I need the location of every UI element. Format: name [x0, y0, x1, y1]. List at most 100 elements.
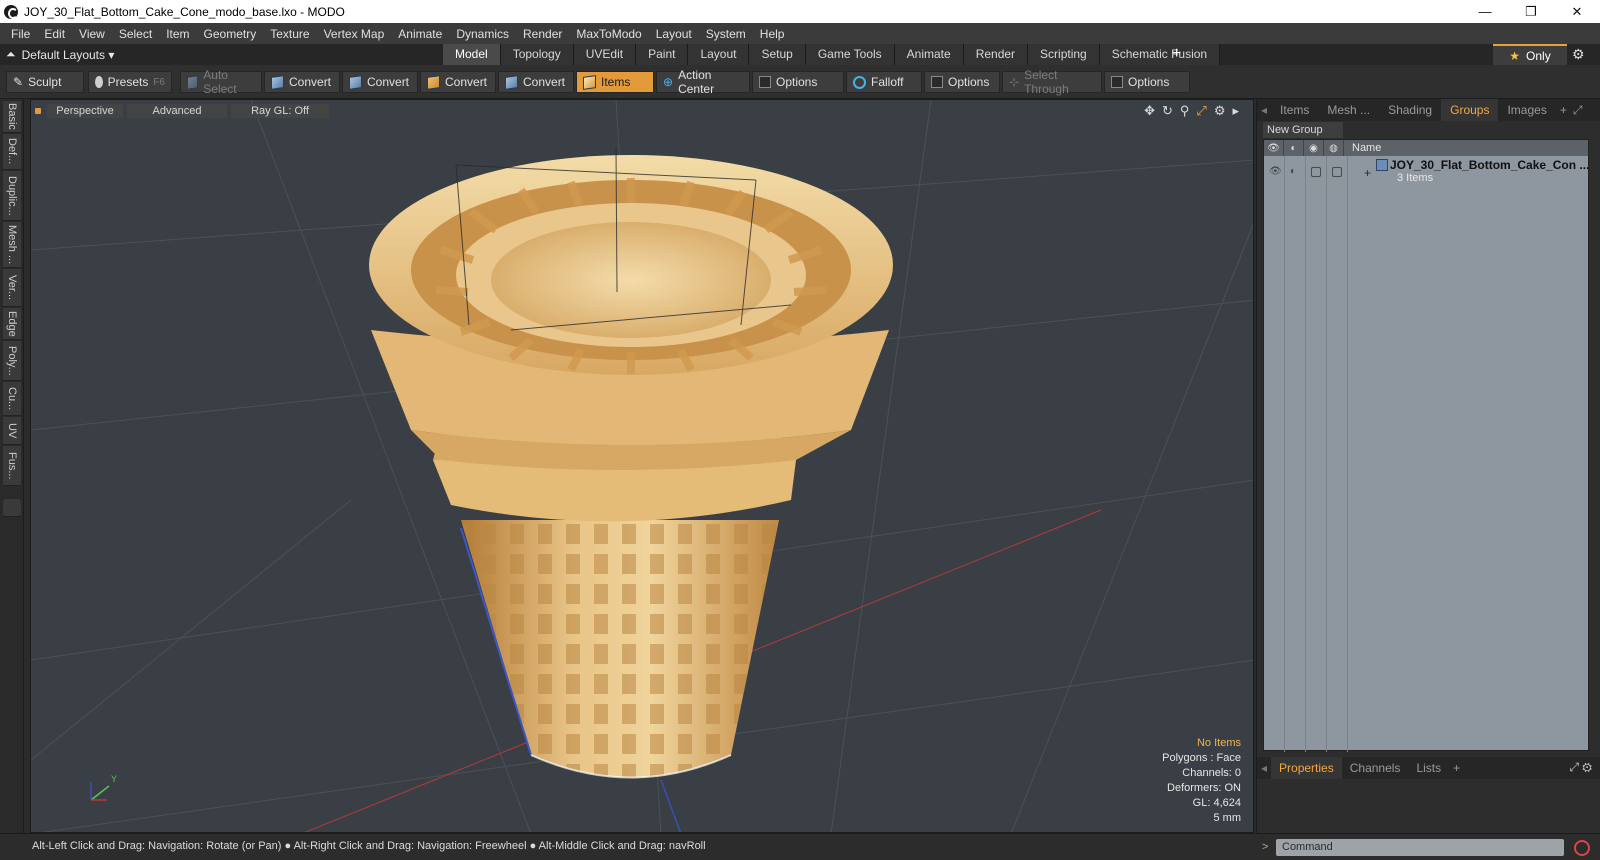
- tab-lists[interactable]: Lists: [1408, 757, 1449, 779]
- tab-animate[interactable]: Animate: [894, 44, 964, 65]
- tab-properties[interactable]: Properties: [1271, 757, 1342, 779]
- menu-help[interactable]: Help: [753, 27, 792, 41]
- zoom-view-icon[interactable]: ⚲: [1180, 103, 1190, 119]
- falloff-icon: [853, 75, 866, 89]
- group-row[interactable]: 👁 ◐ + JOY_30_Flat_Bottom_Cake_Con ... 3 …: [1264, 158, 1590, 188]
- convert-polygons-button[interactable]: Convert: [420, 71, 496, 93]
- group-lock-icon[interactable]: ◐: [1290, 166, 1296, 177]
- action-center-button[interactable]: ⊕ Action Center: [656, 68, 750, 96]
- visibility-column-eye-icon[interactable]: 👁: [1264, 140, 1284, 156]
- left-tab-edge[interactable]: Edge: [3, 308, 21, 340]
- menu-select[interactable]: Select: [112, 27, 159, 41]
- record-macro-icon[interactable]: [1574, 840, 1590, 856]
- viewport-expand-arrow-icon[interactable]: ▸: [1232, 103, 1239, 119]
- tab-game-tools[interactable]: Game Tools: [805, 44, 895, 65]
- convert-vertices-button[interactable]: Convert: [264, 71, 340, 93]
- tab-shading[interactable]: Shading: [1379, 99, 1441, 121]
- tab-setup[interactable]: Setup: [749, 44, 806, 65]
- left-tab-duplicate[interactable]: Duplic...: [3, 171, 21, 221]
- menu-edit[interactable]: Edit: [37, 27, 72, 41]
- maximize-button[interactable]: ❐: [1508, 0, 1554, 23]
- presets-button[interactable]: Presets F6: [88, 71, 172, 93]
- convert-edges-button[interactable]: Convert: [342, 71, 418, 93]
- menu-geometry[interactable]: Geometry: [197, 27, 264, 41]
- command-input[interactable]: Command: [1276, 839, 1564, 856]
- only-toggle[interactable]: ★ Only: [1493, 44, 1567, 65]
- left-tab-fusion[interactable]: Fus...: [3, 446, 21, 486]
- action-center-options-button[interactable]: Options: [752, 71, 844, 93]
- menu-layout[interactable]: Layout: [649, 27, 699, 41]
- viewport-settings-gear-icon[interactable]: ⚙: [1214, 103, 1226, 119]
- menu-file[interactable]: File: [4, 27, 37, 41]
- menu-view[interactable]: View: [72, 27, 112, 41]
- viewport-menu-dot-icon[interactable]: [35, 108, 41, 114]
- add-tab-icon[interactable]: +: [1556, 99, 1571, 121]
- tab-groups[interactable]: Groups: [1441, 99, 1499, 121]
- pan-move-icon[interactable]: ✥: [1144, 103, 1155, 119]
- menu-system[interactable]: System: [699, 27, 753, 41]
- tab-images[interactable]: Images: [1498, 99, 1555, 121]
- items-mode-button[interactable]: Items: [576, 71, 654, 93]
- tab-topology[interactable]: Topology: [500, 44, 574, 65]
- tab-channels[interactable]: Channels: [1342, 757, 1409, 779]
- panel-menu-dot-icon[interactable]: ◂: [1257, 99, 1271, 121]
- tab-model[interactable]: Model: [443, 44, 501, 65]
- tab-mesh[interactable]: Mesh ...: [1318, 99, 1379, 121]
- tab-items[interactable]: Items: [1271, 99, 1318, 121]
- select-column-icon[interactable]: ◍: [1324, 140, 1344, 156]
- view-perspective-button[interactable]: Perspective: [47, 104, 123, 118]
- add-tab-icon[interactable]: +: [1449, 757, 1464, 779]
- tab-scripting[interactable]: Scripting: [1028, 44, 1100, 65]
- tab-uvedit[interactable]: UVEdit: [573, 44, 637, 65]
- menu-texture[interactable]: Texture: [263, 27, 316, 41]
- menu-dynamics[interactable]: Dynamics: [449, 27, 516, 41]
- settings-gear-icon[interactable]: ⚙: [1572, 46, 1585, 63]
- panel-expand-icon[interactable]: ⤢: [1571, 99, 1585, 121]
- panel-menu-dot-icon[interactable]: ◂: [1257, 757, 1271, 779]
- expand-group-icon[interactable]: +: [1364, 166, 1371, 180]
- left-tab-mesh[interactable]: Mesh ...: [3, 222, 21, 268]
- left-tab-polygon[interactable]: Poly...: [3, 341, 21, 381]
- 3d-viewport[interactable]: Y Perspective Advanced Ray GL: Off ✥ ↻ ⚲…: [30, 99, 1254, 833]
- panel-settings-gear-icon[interactable]: ⚙: [1582, 760, 1592, 774]
- menu-item[interactable]: Item: [159, 27, 196, 41]
- select-through-button[interactable]: ⊹ Select Through: [1002, 68, 1102, 96]
- menu-render[interactable]: Render: [516, 27, 569, 41]
- left-tab-vertex[interactable]: Ver...: [3, 269, 21, 307]
- default-layouts-dropdown[interactable]: ⏶ Default Layouts ▾: [6, 47, 114, 62]
- group-name: JOY_30_Flat_Bottom_Cake_Con ...: [1390, 158, 1590, 172]
- group-visibility-eye-icon[interactable]: 👁: [1269, 166, 1282, 177]
- render-column-icon[interactable]: ◉: [1304, 140, 1324, 156]
- shading-advanced-button[interactable]: Advanced: [127, 104, 227, 118]
- sculpt-button[interactable]: ✎ Sculpt: [6, 71, 84, 93]
- auto-select-button[interactable]: Auto Select: [180, 68, 262, 96]
- panel-expand-icon[interactable]: ⤢: [1569, 760, 1579, 774]
- select-through-options-button[interactable]: Options: [1104, 71, 1190, 93]
- group-render-checkbox[interactable]: [1311, 167, 1321, 177]
- tab-schematic-fusion[interactable]: Schematic Fusion: [1099, 44, 1221, 65]
- rotate-view-icon[interactable]: ↻: [1162, 103, 1173, 119]
- tab-paint[interactable]: Paint: [636, 44, 689, 65]
- menu-animate[interactable]: Animate: [391, 27, 449, 41]
- new-group-button[interactable]: New Group: [1263, 122, 1343, 138]
- raygl-toggle-button[interactable]: Ray GL: Off: [231, 104, 329, 118]
- falloff-button[interactable]: Falloff: [846, 71, 922, 93]
- name-column-header[interactable]: Name: [1344, 142, 1381, 154]
- fit-view-icon[interactable]: ⤢: [1196, 103, 1206, 119]
- falloff-options-button[interactable]: Options: [924, 71, 1000, 93]
- left-tab-uv[interactable]: UV: [3, 417, 21, 445]
- menu-vertex-map[interactable]: Vertex Map: [317, 27, 392, 41]
- left-tab-curve[interactable]: Cu...: [3, 382, 21, 416]
- menu-maxtomodo[interactable]: MaxToModo: [569, 27, 648, 41]
- tab-render[interactable]: Render: [963, 44, 1029, 65]
- minimize-button[interactable]: —: [1462, 0, 1508, 23]
- lock-column-icon[interactable]: ◐: [1284, 140, 1304, 156]
- left-tab-expand-toggle[interactable]: [3, 499, 21, 517]
- tab-layout[interactable]: Layout: [688, 44, 750, 65]
- left-tab-basic[interactable]: Basic: [3, 101, 21, 133]
- left-tab-deform[interactable]: Def...: [3, 134, 21, 170]
- close-button[interactable]: ✕: [1554, 0, 1600, 23]
- convert-materials-button[interactable]: Convert: [498, 71, 574, 93]
- group-select-checkbox[interactable]: [1332, 167, 1342, 177]
- add-layout-tab-icon[interactable]: +: [1172, 45, 1181, 63]
